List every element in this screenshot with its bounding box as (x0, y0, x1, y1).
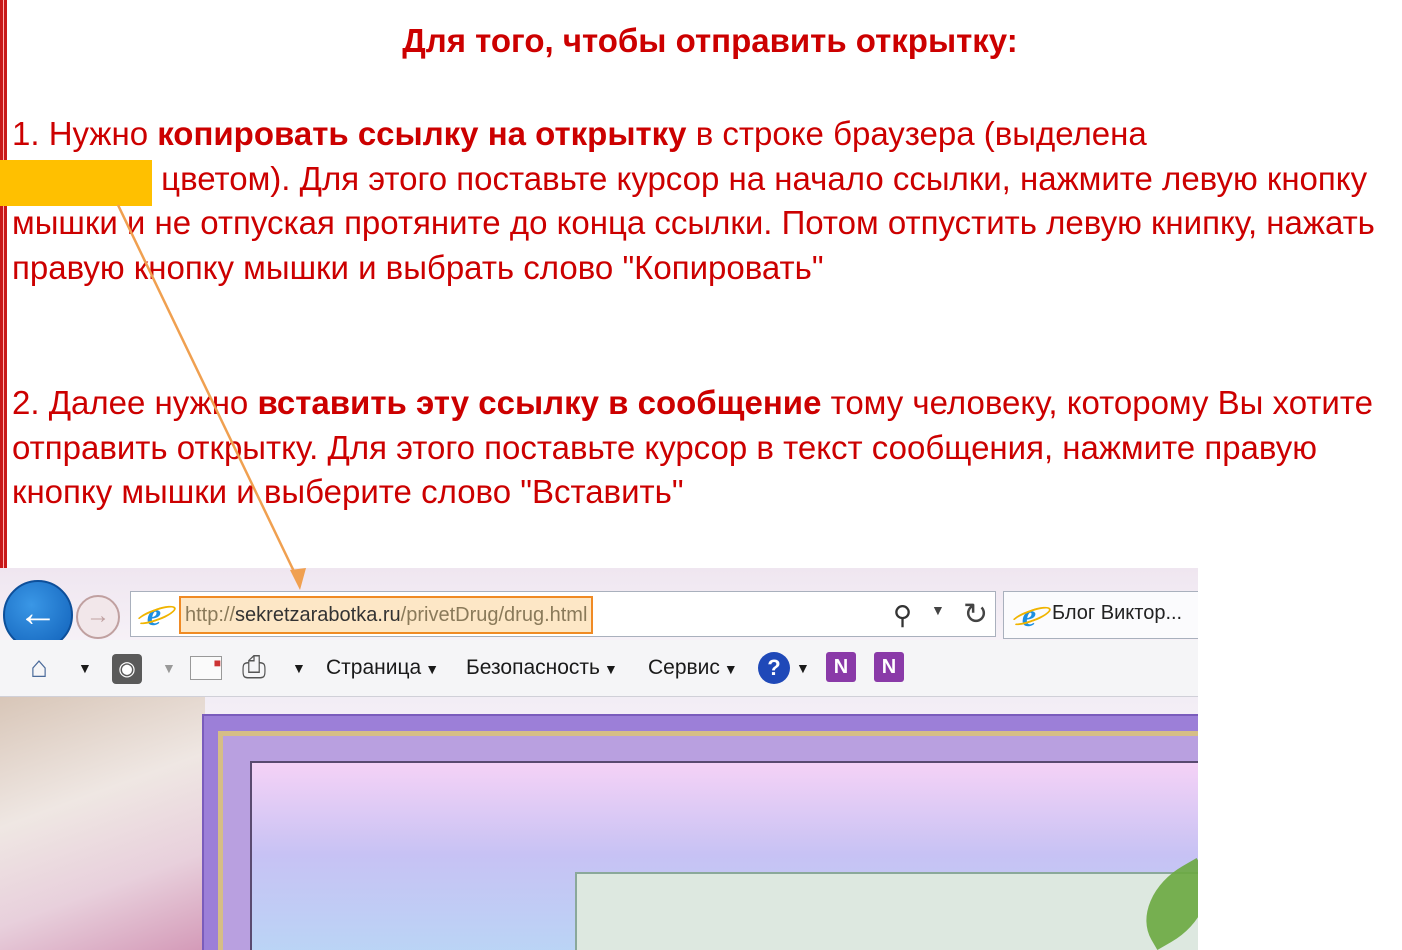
onenote-linked-icon[interactable]: N (874, 652, 904, 682)
tab-title: Блог Виктор... (1052, 602, 1183, 624)
background-decoration (0, 697, 205, 950)
arrow-left-icon: ← (18, 591, 58, 635)
arrow-right-icon: → (86, 602, 110, 629)
search-icon[interactable]: ⚲ (893, 600, 912, 631)
instruction-step-2: 2. Далее нужно вставить эту ссылку в соо… (12, 384, 1373, 511)
greeting-card (575, 858, 1198, 950)
chevron-down-icon: ▼ (603, 661, 618, 677)
instruction-heading: Для того, чтобы отправить открытку: (402, 22, 1018, 59)
browser-tab[interactable]: e Блог Виктор... (1003, 591, 1198, 639)
home-icon[interactable]: ⌂ (30, 650, 48, 686)
ie-logo-icon: e (137, 597, 171, 631)
ie-logo-icon: e (1012, 598, 1046, 632)
help-dropdown-icon[interactable]: ▼ (796, 650, 810, 686)
menu-page[interactable]: Страница ▼ (326, 650, 439, 687)
chevron-down-icon: ▼ (425, 661, 440, 677)
chevron-down-icon[interactable]: ▼ (931, 602, 945, 618)
chevron-down-icon: ▼ (723, 661, 738, 677)
forward-button[interactable]: → (76, 595, 120, 639)
mail-icon[interactable]: ■ (190, 656, 222, 680)
address-bar-area: ← → e http://sekretzarabotka.ru/privetDr… (0, 568, 1198, 650)
rss-dropdown-icon[interactable]: ▼ (162, 650, 176, 686)
command-bar: ⌂ ▼ ◉ ▼ ■ ⎙ ▼ Страница ▼ Безопасность ▼ Се… (0, 640, 1198, 697)
instruction-step-1: 1. Нужно копировать ссылку на открытку в… (12, 115, 1375, 286)
print-dropdown-icon[interactable]: ▼ (292, 650, 306, 686)
home-dropdown-icon[interactable]: ▼ (78, 650, 92, 686)
refresh-icon[interactable]: ↻ (963, 597, 988, 632)
page-content (0, 697, 1198, 950)
url-field[interactable]: e http://sekretzarabotka.ru/privetDrug/d… (130, 591, 996, 637)
highlight-color-box (0, 160, 152, 206)
rss-icon[interactable]: ◉ (112, 654, 142, 684)
leaf-decoration (1127, 858, 1198, 950)
onenote-icon[interactable]: N (826, 652, 856, 682)
menu-tools[interactable]: Сервис ▼ (648, 650, 738, 687)
menu-security[interactable]: Безопасность ▼ (466, 650, 618, 687)
url-text[interactable]: http://sekretzarabotka.ru/privetDrug/dru… (179, 596, 594, 634)
browser-screenshot: ← → e http://sekretzarabotka.ru/privetDr… (0, 568, 1198, 950)
print-icon[interactable]: ⎙ (242, 650, 266, 686)
page-left-border (0, 0, 7, 570)
help-icon[interactable]: ? (758, 652, 790, 684)
